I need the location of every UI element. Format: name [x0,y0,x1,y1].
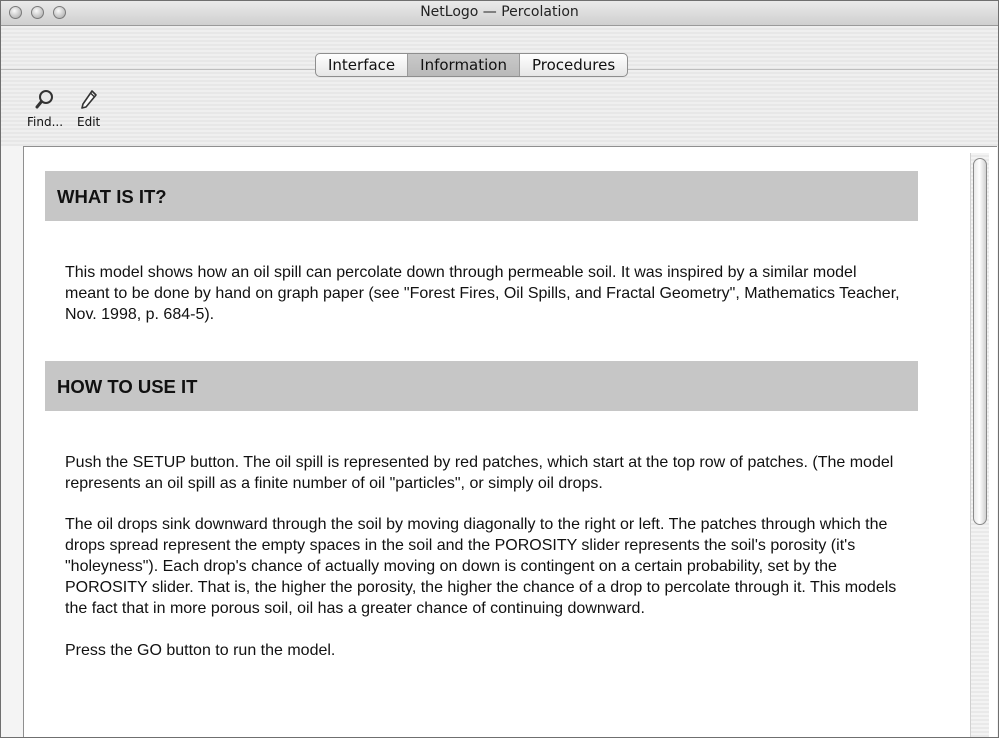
pencil-icon [77,89,100,115]
edit-button[interactable]: Edit [77,89,100,129]
tab-bar: Interface Information Procedures [315,53,629,77]
find-button[interactable]: Find... [27,89,63,129]
tab-interface[interactable]: Interface [316,54,409,76]
section-heading-what-is-it: WHAT IS IT? [45,171,918,221]
window-title: NetLogo — Percolation [420,4,579,20]
section-heading-how-to-use-it: HOW TO USE IT [45,361,918,411]
tab-information[interactable]: Information [408,54,520,76]
toolbar-area [1,26,998,146]
information-pane: WHAT IS IT? This model shows how an oil … [23,146,997,737]
scrollbar-thumb[interactable] [973,158,987,525]
info-paragraph: This model shows how an oil spill can pe… [65,264,900,323]
edit-label: Edit [77,115,101,129]
info-paragraph: Press the GO button to run the model. [65,642,336,659]
info-paragraph: Push the SETUP button. The oil spill is … [65,454,894,492]
magnifier-icon [27,89,63,115]
find-label: Find... [27,115,64,129]
netlogo-window: NetLogo — Percolation Interface Informat… [0,0,999,738]
information-content: WHAT IS IT? This model shows how an oil … [45,171,918,661]
tab-procedures[interactable]: Procedures [520,54,627,76]
title-bar: NetLogo — Percolation [1,1,998,26]
info-paragraph: The oil drops sink downward through the … [65,516,897,617]
